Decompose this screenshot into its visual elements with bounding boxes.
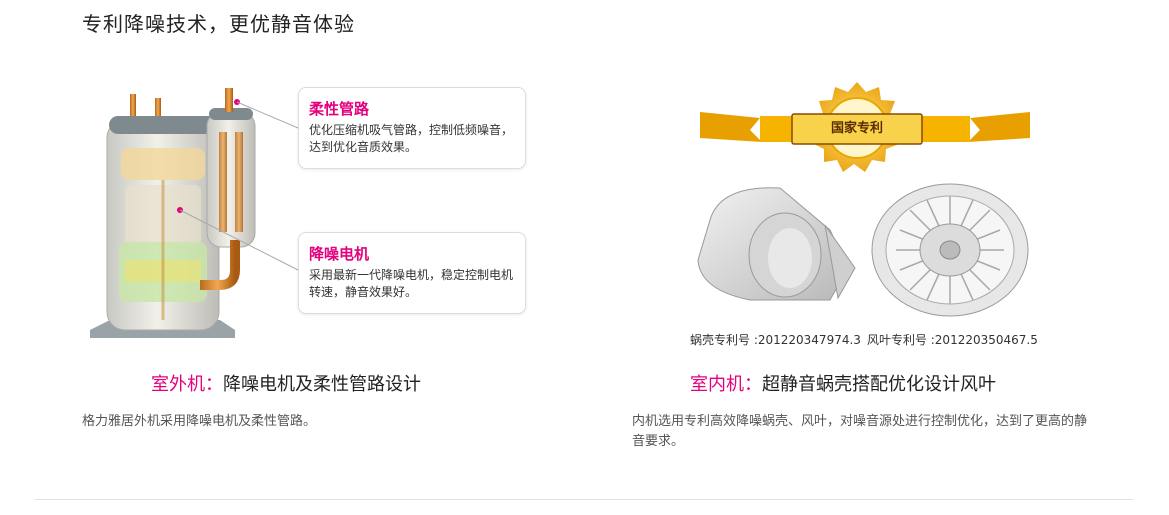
- outdoor-description: 格力雅居外机采用降噪电机及柔性管路。: [82, 414, 317, 429]
- callout-flexible-pipe-title: 柔性管路: [309, 100, 370, 118]
- indoor-heading-accent: 室内机：: [690, 374, 762, 395]
- indoor-heading-text: 超静音蜗壳搭配优化设计风叶: [762, 374, 996, 395]
- compressor-illustration: [90, 88, 256, 338]
- patent-numbers: 蜗壳专利号 :201220347974.3 风叶专利号 :201220350467…: [690, 331, 1038, 348]
- outdoor-unit-heading: 室外机：降噪电机及柔性管路设计: [151, 370, 421, 396]
- scroll-housing-illustration: [697, 187, 856, 301]
- fan-impeller-illustration: [871, 183, 1029, 317]
- badge-label: 国家专利: [830, 121, 883, 136]
- outdoor-heading-accent: 室外机：: [151, 374, 223, 395]
- fan-patent-number: 风叶专利号 :201220350467.5: [866, 333, 1038, 347]
- indoor-unit-heading: 室内机：超静音蜗壳搭配优化设计风叶: [690, 370, 996, 396]
- scroll-patent-number: 蜗壳专利号 :201220347974.3: [690, 333, 861, 347]
- callout-noise-motor: 降噪电机 采用最新一代降噪电机，稳定控制电机转速，静音效果好。: [298, 232, 526, 314]
- callout-flexible-pipe-text: 优化压缩机吸气管路，控制低频噪音，达到优化音质效果。: [309, 123, 514, 154]
- callout-noise-motor-text: 采用最新一代降噪电机，稳定控制电机转速，静音效果好。: [309, 268, 514, 299]
- callout-noise-motor-title: 降噪电机: [309, 245, 370, 263]
- callout-flexible-pipe: 柔性管路 优化压缩机吸气管路，控制低频噪音，达到优化音质效果。: [298, 87, 526, 169]
- outdoor-heading-text: 降噪电机及柔性管路设计: [223, 374, 421, 395]
- indoor-description: 内机选用专利高效降噪蜗壳、风叶，对噪音源处进行控制优化，达到了更高的静音要求。: [632, 414, 1088, 449]
- bottom-divider: [34, 499, 1134, 500]
- page-title: 专利降噪技术，更优静音体验: [82, 12, 355, 36]
